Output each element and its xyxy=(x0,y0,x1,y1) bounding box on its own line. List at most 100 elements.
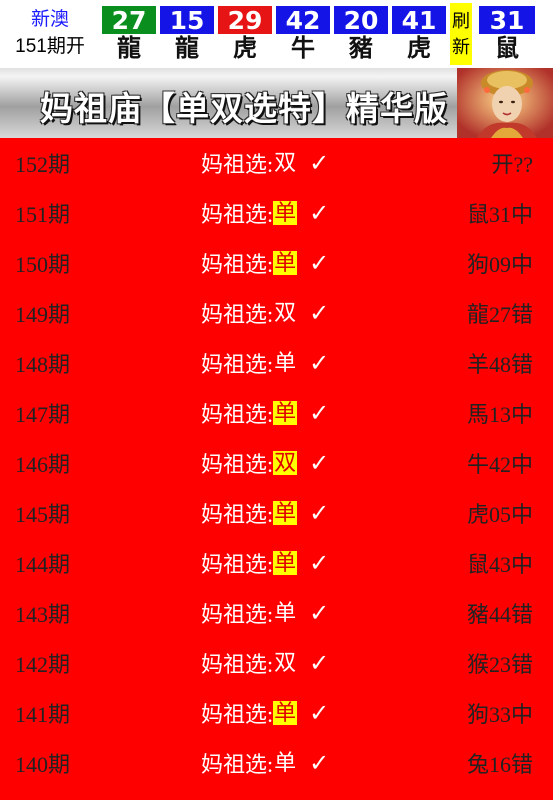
pick-value: 单 xyxy=(273,550,298,575)
region-name: 新澳 xyxy=(30,9,69,30)
refresh-label-bottom: 新 xyxy=(452,37,470,57)
pick-prefix: 妈祖选: xyxy=(201,602,274,627)
ball-number: 15 xyxy=(160,6,214,35)
pick-prefix: 妈祖选: xyxy=(201,452,274,477)
check-icon: ✓ xyxy=(309,199,330,227)
result-label: 猴23错 xyxy=(466,652,533,677)
ball-zodiac: 龍 xyxy=(175,35,199,62)
ball-list: 27 龍 15 龍 29 虎 42 牛 20 豬 41 虎 xyxy=(100,0,448,68)
pick-text: 妈祖选: 单 ✓ xyxy=(201,347,329,379)
period-label: 150期 xyxy=(15,252,71,277)
draw-ball: 15 龍 xyxy=(158,0,216,68)
ball-zodiac: 豬 xyxy=(349,35,373,62)
pick-text: 妈祖选: 单 ✓ xyxy=(201,197,329,229)
draw-ball: 20 豬 xyxy=(332,0,390,68)
ball-number: 42 xyxy=(276,6,330,35)
issue-number: 151期开 xyxy=(15,36,85,57)
result-label: 馬13中 xyxy=(466,402,533,427)
ball-number: 27 xyxy=(102,6,156,35)
list-item: 150期 妈祖选: 单 ✓ 狗09中 xyxy=(0,238,553,288)
draw-result-bar: 新澳 151期开 27 龍 15 龍 29 虎 42 牛 20 豬 41 虎 刷 新 31 鼠 xyxy=(0,0,553,68)
result-label: 狗33中 xyxy=(466,702,533,727)
draw-ball: 27 龍 xyxy=(100,0,158,68)
pick-value: 双 xyxy=(273,450,298,475)
ball-number: 41 xyxy=(392,6,446,35)
pick-text: 妈祖选: 单 ✓ xyxy=(201,247,329,279)
draw-ball: 29 虎 xyxy=(216,0,274,68)
pick-value: 单 xyxy=(273,200,298,225)
period-label: 145期 xyxy=(15,502,71,527)
refresh-label-top: 刷 xyxy=(452,11,470,31)
pick-prefix: 妈祖选: xyxy=(201,202,274,227)
check-icon: ✓ xyxy=(309,749,330,777)
check-icon: ✓ xyxy=(309,249,330,277)
period-label: 144期 xyxy=(15,552,71,577)
pick-text: 妈祖选: 单 ✓ xyxy=(201,697,329,729)
check-icon: ✓ xyxy=(309,599,330,627)
ball-number: 29 xyxy=(218,6,272,35)
result-label: 鼠43中 xyxy=(466,552,533,577)
pick-prefix: 妈祖选: xyxy=(201,702,274,727)
check-icon: ✓ xyxy=(309,549,330,577)
list-item: 144期 妈祖选: 单 ✓ 鼠43中 xyxy=(0,538,553,588)
list-item: 151期 妈祖选: 单 ✓ 鼠31中 xyxy=(0,188,553,238)
result-label: 虎05中 xyxy=(466,502,533,527)
pick-text: 妈祖选: 单 ✓ xyxy=(201,397,329,429)
pick-value: 双 xyxy=(274,150,297,175)
check-icon: ✓ xyxy=(309,699,330,727)
pick-text: 妈祖选: 双 ✓ xyxy=(201,297,329,329)
pick-text: 妈祖选: 单 ✓ xyxy=(201,497,329,529)
draw-label: 新澳 151期开 xyxy=(0,0,100,68)
pick-prefix: 妈祖选: xyxy=(201,552,274,577)
check-icon: ✓ xyxy=(309,149,330,177)
result-label: 鼠31中 xyxy=(466,202,533,227)
banner: 妈祖庙【单双选特】精华版 xyxy=(0,68,553,138)
result-label: 兔16错 xyxy=(466,752,533,777)
pick-prefix: 妈祖选: xyxy=(201,752,274,777)
pick-text: 妈祖选: 双 ✓ xyxy=(201,147,329,179)
pick-value: 单 xyxy=(273,500,298,525)
list-item: 149期 妈祖选: 双 ✓ 龍27错 xyxy=(0,288,553,338)
ball-zodiac: 牛 xyxy=(291,35,315,62)
period-label: 143期 xyxy=(15,602,71,627)
period-label: 147期 xyxy=(15,402,71,427)
period-label: 141期 xyxy=(15,702,71,727)
pick-prefix: 妈祖选: xyxy=(201,652,274,677)
pick-prefix: 妈祖选: xyxy=(201,252,274,277)
result-label: 牛42中 xyxy=(466,452,533,477)
special-ball-number: 31 xyxy=(479,6,535,35)
pick-prefix: 妈祖选: xyxy=(201,402,274,427)
check-icon: ✓ xyxy=(309,399,330,427)
special-ball-zodiac: 鼠 xyxy=(495,35,519,62)
mazu-statue-image xyxy=(457,68,553,138)
period-label: 152期 xyxy=(15,152,71,177)
list-item: 152期 妈祖选: 双 ✓ 开?? xyxy=(0,138,553,188)
pick-value: 双 xyxy=(274,300,297,325)
special-ball: 31 鼠 xyxy=(475,0,539,68)
refresh-button[interactable]: 刷 新 xyxy=(450,3,472,65)
period-label: 140期 xyxy=(15,752,71,777)
pick-value: 单 xyxy=(273,400,298,425)
pick-prefix: 妈祖选: xyxy=(201,302,274,327)
ball-zodiac: 龍 xyxy=(117,35,141,62)
pick-prefix: 妈祖选: xyxy=(201,502,274,527)
result-label: 开?? xyxy=(491,152,533,177)
result-label: 龍27错 xyxy=(466,302,533,327)
list-item: 145期 妈祖选: 单 ✓ 虎05中 xyxy=(0,488,553,538)
period-label: 149期 xyxy=(15,302,71,327)
list-item: 147期 妈祖选: 单 ✓ 馬13中 xyxy=(0,388,553,438)
period-label: 146期 xyxy=(15,452,71,477)
pick-prefix: 妈祖选: xyxy=(201,352,274,377)
pick-value: 单 xyxy=(274,600,297,625)
pick-text: 妈祖选: 双 ✓ xyxy=(201,647,329,679)
draw-ball: 41 虎 xyxy=(390,0,448,68)
pick-value: 单 xyxy=(274,350,297,375)
ball-zodiac: 虎 xyxy=(233,35,257,62)
pick-text: 妈祖选: 双 ✓ xyxy=(201,447,329,479)
pick-value: 单 xyxy=(273,250,298,275)
check-icon: ✓ xyxy=(309,649,330,677)
list-item: 143期 妈祖选: 单 ✓ 豬44错 xyxy=(0,588,553,638)
result-label: 狗09中 xyxy=(466,252,533,277)
prediction-list: 152期 妈祖选: 双 ✓ 开?? 151期 妈祖选: 单 ✓ 鼠31中 150期 妈祖选: 单 ✓ 狗09… xyxy=(0,138,553,788)
ball-number: 20 xyxy=(334,6,388,35)
